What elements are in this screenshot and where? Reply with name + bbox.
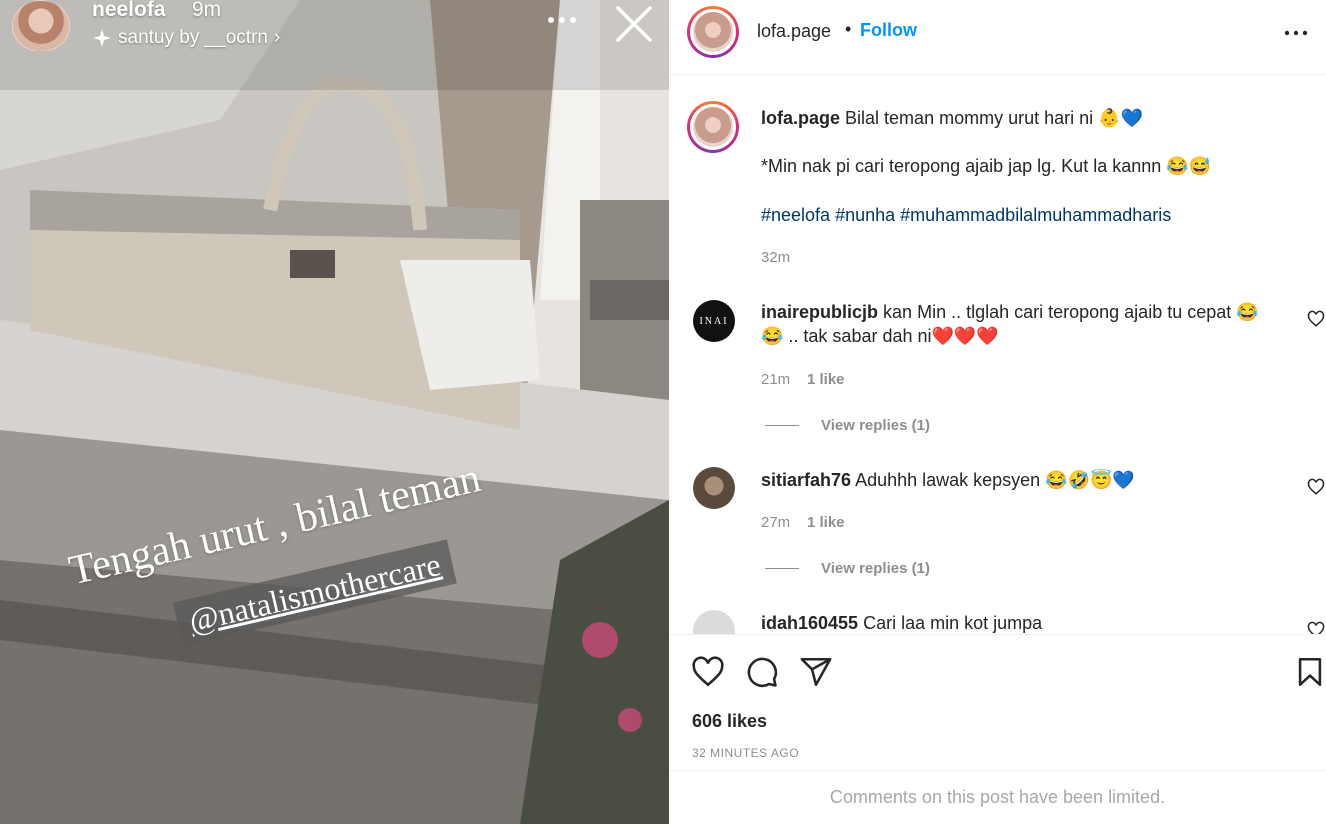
save-bookmark-icon[interactable]: [1293, 655, 1326, 689]
comment-text: Aduhhh lawak kepsyen 😂🤣😇💙: [855, 470, 1135, 490]
sparkle-icon: [93, 29, 111, 47]
commenter-avatar[interactable]: INAI: [693, 300, 735, 342]
caption-text: Bilal teman mommy urut hari ni 👶💙: [845, 108, 1143, 128]
comment-line: inairepublicjb kan Min .. tlglah cari te…: [761, 300, 1259, 324]
likes-count[interactable]: 606 likes: [692, 711, 767, 732]
post-options-button[interactable]: [1282, 22, 1310, 44]
comment-like-heart-icon[interactable]: [1307, 478, 1325, 496]
post-author-username[interactable]: lofa.page: [757, 21, 831, 42]
avatar-logo-text: INAI: [699, 315, 729, 327]
story-photo: [0, 0, 669, 824]
story-more-options-button[interactable]: [544, 0, 580, 40]
comment-username[interactable]: idah160455: [761, 613, 858, 633]
comment-text: kan Min .. tlglah cari teropong ajaib tu…: [883, 302, 1259, 322]
comments-section[interactable]: lofa.page Bilal teman mommy urut hari ni…: [669, 76, 1326, 634]
comment-like-count[interactable]: 1 like: [807, 371, 845, 388]
share-paper-plane-icon[interactable]: [799, 655, 833, 689]
caption-username[interactable]: lofa.page: [761, 108, 840, 128]
comment-username[interactable]: sitiarfah76: [761, 470, 851, 490]
replies-dash: [765, 425, 799, 426]
comment-like-heart-icon[interactable]: [1307, 621, 1325, 634]
follow-button[interactable]: Follow: [860, 20, 917, 41]
comment-time: 27m: [761, 514, 791, 531]
story-music-label: santuy by __octrn: [118, 27, 268, 48]
view-replies-button[interactable]: View replies (1): [765, 417, 930, 434]
caption-line: lofa.page Bilal teman mommy urut hari ni…: [761, 106, 1143, 130]
comment-line: sitiarfah76 Aduhhh lawak kepsyen 😂🤣😇💙: [761, 468, 1135, 492]
post-header: lofa.page • Follow: [669, 0, 1326, 75]
chevron-right-icon: ›: [273, 27, 281, 48]
post-author-avatar[interactable]: [687, 6, 739, 58]
more-icon: [1284, 30, 1308, 36]
comment-text: Cari laa min kot jumpa: [863, 613, 1043, 633]
post-actions-bar: 606 likes 32 MINUTES AGO: [669, 634, 1326, 770]
commenter-avatar[interactable]: [693, 467, 735, 509]
like-heart-icon[interactable]: [691, 655, 725, 689]
post-panel: lofa.page • Follow lofa.page Bilal teman…: [669, 0, 1326, 824]
view-replies-label: View replies (1): [821, 560, 930, 577]
comment-like-heart-icon[interactable]: [1307, 310, 1325, 328]
comment-text-continued: 😂 .. tak sabar dah ni❤️❤️❤️: [761, 326, 999, 346]
story-music-link[interactable]: santuy by __octrn ›: [92, 27, 280, 49]
caption-line-2: *Min nak pi cari teropong ajaib jap lg. …: [761, 156, 1212, 176]
post-time-ago: 32 MINUTES AGO: [692, 746, 800, 760]
comments-limited-notice: Comments on this post have been limited.: [669, 770, 1326, 824]
story-avatar[interactable]: [12, 0, 70, 52]
story-header: neelofa 9m santuy by __octrn ›: [12, 0, 652, 54]
commenter-avatar[interactable]: [693, 610, 735, 634]
story-close-button[interactable]: [614, 4, 654, 44]
comment-bubble-icon[interactable]: [745, 655, 779, 689]
replies-dash: [765, 568, 799, 569]
caption-time: 32m: [761, 249, 791, 266]
comment-username[interactable]: inairepublicjb: [761, 302, 878, 322]
view-replies-button[interactable]: View replies (1): [765, 560, 930, 577]
more-icon: [548, 17, 576, 23]
caption-hashtags[interactable]: #neelofa #nunha #muhammadbilalmuhammadha…: [761, 203, 1171, 227]
comment-line: idah160455 Cari laa min kot jumpa: [761, 611, 1042, 634]
comment-like-count[interactable]: 1 like: [807, 514, 845, 531]
story-media: neelofa 9m santuy by __octrn › Tengah ur…: [0, 0, 669, 824]
comment-time: 21m: [761, 371, 791, 388]
close-icon: [616, 6, 652, 42]
view-replies-label: View replies (1): [821, 417, 930, 434]
caption-author-avatar[interactable]: [687, 101, 739, 153]
story-username[interactable]: neelofa: [92, 0, 166, 22]
separator-dot: •: [845, 19, 852, 39]
story-time: 9m: [192, 0, 222, 21]
